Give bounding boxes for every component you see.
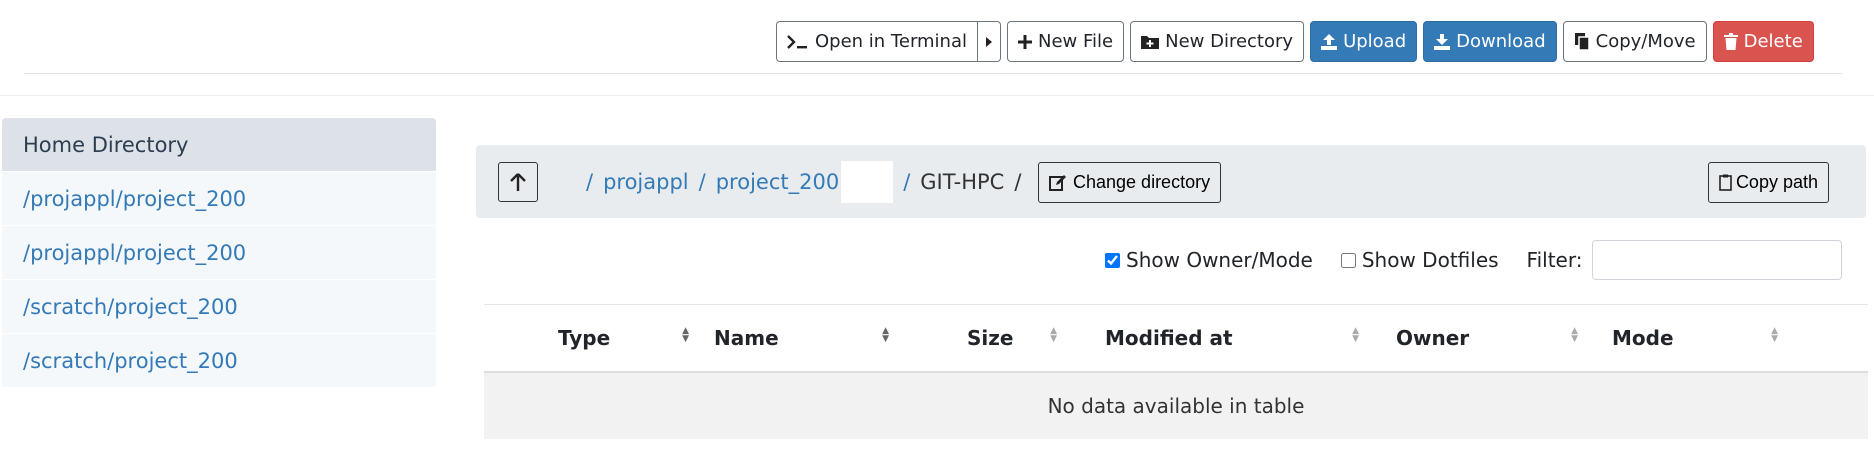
edit-icon xyxy=(1049,174,1067,191)
go-up-button[interactable] xyxy=(498,162,538,202)
delete-button[interactable]: Delete xyxy=(1712,21,1814,62)
sort-icon: ▲ ▼ xyxy=(1352,326,1359,344)
open-in-terminal-label: Open in Terminal xyxy=(815,31,967,52)
terminal-dropdown-toggle[interactable] xyxy=(978,21,1001,62)
arrow-up-icon xyxy=(510,173,526,191)
column-header-type[interactable]: Type ▲ ▼ xyxy=(484,305,699,371)
upload-icon xyxy=(1321,33,1338,50)
files-table: Type ▲ ▼ Name ▲ ▼ Size ▲ ▼ Modified at ▲ ▼ O… xyxy=(484,304,1868,439)
copy-move-button[interactable]: Copy/Move xyxy=(1562,21,1707,62)
clipboard-icon xyxy=(1719,174,1732,191)
copy-move-label: Copy/Move xyxy=(1595,31,1696,52)
sidebar-favorites: Home Directory /projappl/project_200 /pr… xyxy=(2,118,436,388)
new-file-label: New File xyxy=(1038,31,1114,52)
breadcrumb-separator: / xyxy=(903,170,911,194)
toolbar-divider xyxy=(24,73,1842,74)
show-owner-mode-option[interactable]: Show Owner/Mode xyxy=(1105,248,1313,272)
show-owner-mode-label: Show Owner/Mode xyxy=(1126,248,1313,272)
table-header: Type ▲ ▼ Name ▲ ▼ Size ▲ ▼ Modified at ▲ ▼ O… xyxy=(484,304,1868,373)
upload-button[interactable]: Upload xyxy=(1310,21,1418,62)
sort-icon: ▲ ▼ xyxy=(882,326,889,344)
new-directory-label: New Directory xyxy=(1165,31,1294,52)
column-header-modified-at[interactable]: Modified at ▲ ▼ xyxy=(1067,305,1369,371)
sidebar-item-scratch-1[interactable]: /scratch/project_200 xyxy=(2,280,436,334)
sort-icon: ▲ ▼ xyxy=(1050,326,1057,344)
breadcrumb-separator: / xyxy=(698,170,706,194)
show-dotfiles-checkbox[interactable] xyxy=(1340,252,1356,268)
new-directory-button[interactable]: New Directory xyxy=(1130,21,1305,62)
breadcrumb-project[interactable]: project_200 xyxy=(716,170,839,194)
folder-plus-icon xyxy=(1141,35,1160,49)
column-header-label: Size xyxy=(967,326,1014,350)
sidebar-item-projappl-2[interactable]: /projappl/project_200 xyxy=(2,226,436,280)
toolbar: Open in Terminal New File New Directory xyxy=(776,21,1814,62)
breadcrumb-current: GIT-HPC xyxy=(920,170,1005,194)
change-directory-button[interactable]: Change directory xyxy=(1038,162,1222,203)
breadcrumb-separator: / xyxy=(1014,170,1022,194)
show-dotfiles-option[interactable]: Show Dotfiles xyxy=(1340,248,1499,272)
copy-path-button[interactable]: Copy path xyxy=(1707,162,1829,203)
column-header-label: Modified at xyxy=(1105,326,1233,350)
delete-label: Delete xyxy=(1743,31,1803,52)
filter-input[interactable] xyxy=(1592,240,1843,280)
column-header-owner[interactable]: Owner ▲ ▼ xyxy=(1369,305,1588,371)
download-icon xyxy=(1434,33,1451,50)
new-file-button[interactable]: New File xyxy=(1007,21,1125,62)
upload-label: Upload xyxy=(1343,31,1407,52)
column-header-mode[interactable]: Mode ▲ ▼ xyxy=(1588,305,1788,371)
file-browser-page: Open in Terminal New File New Directory xyxy=(0,0,1874,458)
copy-path-label: Copy path xyxy=(1735,172,1818,192)
sort-icon: ▲ ▼ xyxy=(682,326,689,344)
download-label: Download xyxy=(1456,31,1546,52)
column-header-label: Owner xyxy=(1396,326,1470,350)
filter-label: Filter: xyxy=(1526,248,1583,272)
column-header-size[interactable]: Size ▲ ▼ xyxy=(899,305,1067,371)
sidebar-item-scratch-2[interactable]: /scratch/project_200 xyxy=(2,334,436,388)
column-header-label: Type xyxy=(558,326,611,350)
terminal-icon xyxy=(787,34,809,50)
trash-icon xyxy=(1723,33,1738,50)
breadcrumb: / projappl / project_200 / GIT-HPC / xyxy=(576,161,1031,203)
sort-icon: ▲ ▼ xyxy=(1571,326,1578,344)
show-dotfiles-label: Show Dotfiles xyxy=(1361,248,1499,272)
table-options: Show Owner/Mode Show Dotfiles Filter: xyxy=(1105,240,1843,280)
sidebar-item-label: /scratch/project_200 xyxy=(23,294,238,319)
plus-icon xyxy=(1018,34,1032,49)
path-bar: / projappl / project_200 / GIT-HPC / Cha… xyxy=(476,145,1866,218)
caret-right-icon xyxy=(986,36,992,47)
breadcrumb-projappl[interactable]: projappl xyxy=(603,170,689,194)
sort-icon: ▲ ▼ xyxy=(1771,326,1778,344)
empty-table-row: No data available in table xyxy=(484,373,1868,439)
redacted-region xyxy=(841,161,894,203)
column-header-name[interactable]: Name ▲ ▼ xyxy=(699,305,899,371)
sidebar-item-label: /scratch/project_200 xyxy=(23,348,238,373)
column-header-label: Name xyxy=(714,326,779,350)
change-directory-label: Change directory xyxy=(1073,172,1211,192)
copy-icon xyxy=(1574,33,1590,50)
breadcrumb-separator: / xyxy=(586,170,594,194)
sidebar-item-label: /projappl/project_200 xyxy=(23,240,247,265)
sidebar-item-home-directory[interactable]: Home Directory xyxy=(2,118,436,172)
terminal-split-button: Open in Terminal xyxy=(776,21,1001,62)
sidebar-item-label: /projappl/project_200 xyxy=(23,186,247,211)
show-owner-mode-checkbox[interactable] xyxy=(1105,252,1120,268)
download-button[interactable]: Download xyxy=(1423,21,1557,62)
open-in-terminal-button[interactable]: Open in Terminal xyxy=(776,21,978,62)
empty-table-message: No data available in table xyxy=(1047,394,1305,418)
sidebar-item-label: Home Directory xyxy=(23,132,189,157)
column-header-label: Mode xyxy=(1612,326,1674,350)
sidebar-item-projappl-1[interactable]: /projappl/project_200 xyxy=(2,172,436,226)
header-divider xyxy=(0,95,1874,96)
